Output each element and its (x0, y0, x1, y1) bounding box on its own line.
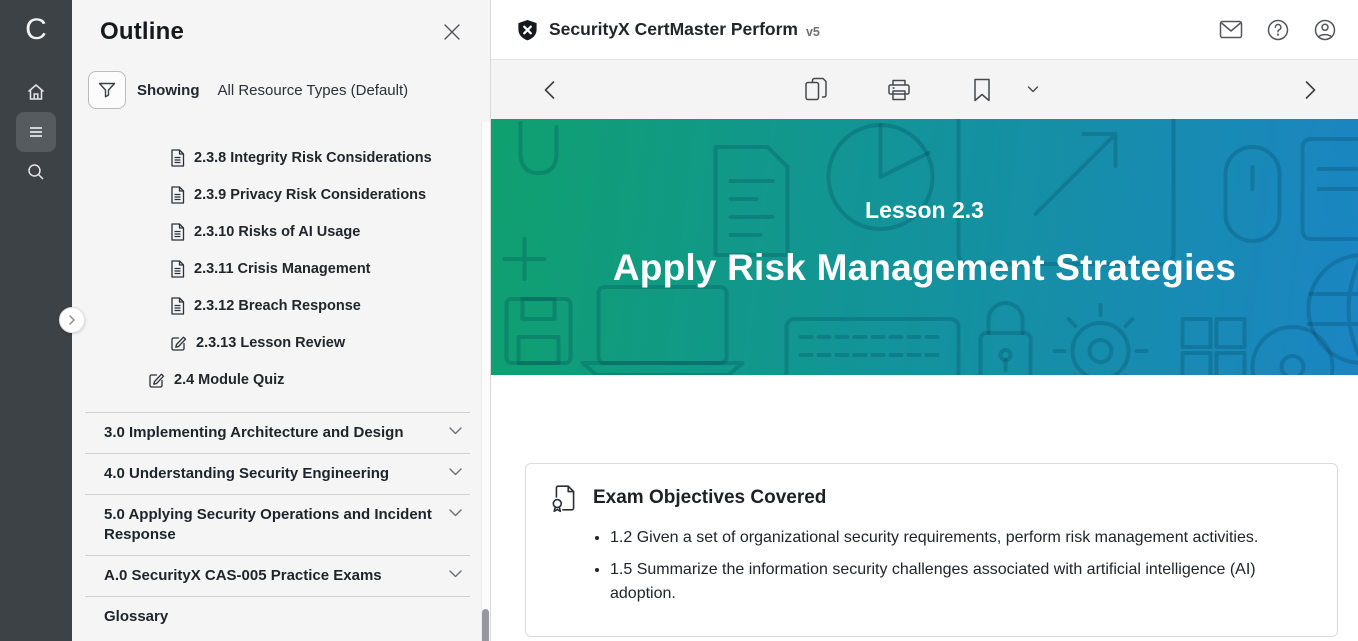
bookmark-icon (974, 78, 991, 102)
outline-item-label: 2.3.9 Privacy Risk Considerations (194, 187, 426, 203)
outline-item[interactable]: 2.3.9 Privacy Risk Considerations (72, 176, 490, 213)
outline-section[interactable]: 4.0 Understanding Security Engineering (85, 453, 470, 494)
outline-section-glossary[interactable]: Glossary (85, 596, 470, 637)
exam-objective-item: 1.2 Given a set of organizational securi… (610, 526, 1313, 550)
exam-objectives-card: Exam Objectives Covered 1.2 Given a set … (525, 463, 1338, 637)
outline-section-list: 3.0 Implementing Architecture and Design… (85, 412, 470, 637)
outline-section-label: Glossary (104, 607, 436, 627)
search-button[interactable] (16, 152, 56, 192)
outline-item-label: 2.3.13 Lesson Review (196, 335, 345, 351)
outline-section-label: 3.0 Implementing Architecture and Design (104, 423, 436, 443)
outline-item[interactable]: 2.3.12 Breach Response (72, 287, 490, 324)
brand-logo[interactable]: C (0, 0, 72, 60)
outline-scrollbar-thumb[interactable] (482, 609, 489, 641)
lesson-number: Lesson 2.3 (491, 197, 1358, 224)
main-header: SecurityX CertMaster Perform v5 (491, 0, 1358, 60)
filter-value: All Resource Types (Default) (218, 82, 409, 99)
hero-banner: Lesson 2.3 Apply Risk Management Strateg… (491, 119, 1358, 375)
outline-item[interactable]: 2.3.13 Lesson Review (72, 324, 490, 361)
home-icon (26, 82, 46, 102)
copy-icon (805, 77, 828, 103)
exam-objective-item: 1.5 Summarize the information security c… (610, 558, 1313, 606)
outline-menu-icon (26, 122, 46, 142)
bookmark-menu-button[interactable] (1016, 73, 1050, 107)
app-window: C Outline (0, 0, 1358, 641)
outline-item[interactable]: 2.3.10 Risks of AI Usage (72, 213, 490, 250)
filter-button[interactable] (88, 71, 126, 109)
exam-objectives-list: 1.2 Given a set of organizational securi… (550, 526, 1313, 606)
outline-scrollbar-track[interactable] (481, 122, 490, 641)
document-icon (170, 260, 185, 278)
product-version: v5 (806, 25, 820, 39)
help-icon (1266, 18, 1290, 42)
product-title: SecurityX CertMaster Perform (549, 19, 798, 40)
outline-section[interactable]: A.0 SecurityX CAS-005 Practice Exams (85, 555, 470, 596)
previous-page-button[interactable] (529, 70, 569, 110)
help-button[interactable] (1263, 15, 1293, 45)
account-button[interactable] (1310, 15, 1340, 45)
chevron-down-icon (449, 509, 462, 517)
main-content-area: SecurityX CertMaster Perform v5 (490, 0, 1358, 641)
outline-title: Outline (100, 18, 184, 46)
outline-item-label: 2.4 Module Quiz (174, 372, 284, 388)
next-page-button[interactable] (1290, 70, 1330, 110)
outline-menu-button[interactable] (16, 112, 56, 152)
outline-item-label: 2.3.12 Breach Response (194, 298, 361, 314)
outline-item-list: 2.3.8 Integrity Risk Considerations 2.3.… (72, 139, 490, 398)
chevron-down-icon (449, 468, 462, 476)
filter-funnel-icon (97, 80, 117, 100)
outline-section-label: A.0 SecurityX CAS-005 Practice Exams (104, 566, 436, 586)
quiz-pencil-icon (148, 371, 165, 388)
print-button[interactable] (882, 73, 916, 107)
outline-item[interactable]: 2.4 Module Quiz (72, 361, 490, 398)
document-icon (170, 223, 185, 241)
outline-item-label: 2.3.10 Risks of AI Usage (194, 224, 360, 240)
outline-item[interactable]: 2.3.8 Integrity Risk Considerations (72, 139, 490, 176)
shield-x-icon (516, 18, 539, 42)
outline-item-label: 2.3.11 Crisis Management (194, 261, 371, 277)
copy-button[interactable] (799, 73, 833, 107)
chevron-down-icon (449, 570, 462, 578)
outline-section-label: 5.0 Applying Security Operations and Inc… (104, 505, 436, 545)
lesson-body: Exam Objectives Covered 1.2 Given a set … (491, 463, 1358, 641)
outline-section[interactable]: 5.0 Applying Security Operations and Inc… (85, 494, 470, 555)
outline-section[interactable]: 3.0 Implementing Architecture and Design (85, 412, 470, 453)
home-button[interactable] (16, 72, 56, 112)
chevron-left-icon (544, 81, 555, 99)
outline-item-label: 2.3.8 Integrity Risk Considerations (194, 150, 432, 166)
lesson-title: Apply Risk Management Strategies (491, 247, 1358, 289)
lesson-toolbar (491, 60, 1358, 119)
caret-down-icon (1028, 86, 1039, 93)
close-icon (443, 23, 461, 41)
panel-expand-button[interactable] (59, 307, 85, 333)
bookmark-button[interactable] (965, 73, 999, 107)
quiz-pencil-icon (170, 334, 187, 351)
search-icon (26, 162, 46, 182)
outline-section-label: 4.0 Understanding Security Engineering (104, 464, 436, 484)
chevron-down-icon (449, 427, 462, 435)
outline-panel: Outline Showing All Resource Types (Defa… (72, 0, 490, 641)
certificate-icon (550, 483, 580, 513)
mail-icon (1219, 20, 1243, 39)
print-icon (887, 78, 912, 102)
messages-button[interactable] (1216, 15, 1246, 45)
account-icon (1313, 18, 1337, 42)
outline-item[interactable]: 2.3.11 Crisis Management (72, 250, 490, 287)
close-outline-button[interactable] (438, 18, 466, 46)
exam-objectives-heading: Exam Objectives Covered (593, 487, 826, 509)
filter-showing-label: Showing (137, 82, 200, 99)
document-icon (170, 149, 185, 167)
document-icon (170, 186, 185, 204)
document-icon (170, 297, 185, 315)
chevron-right-icon (1305, 81, 1316, 99)
chevron-right-icon (67, 315, 77, 325)
